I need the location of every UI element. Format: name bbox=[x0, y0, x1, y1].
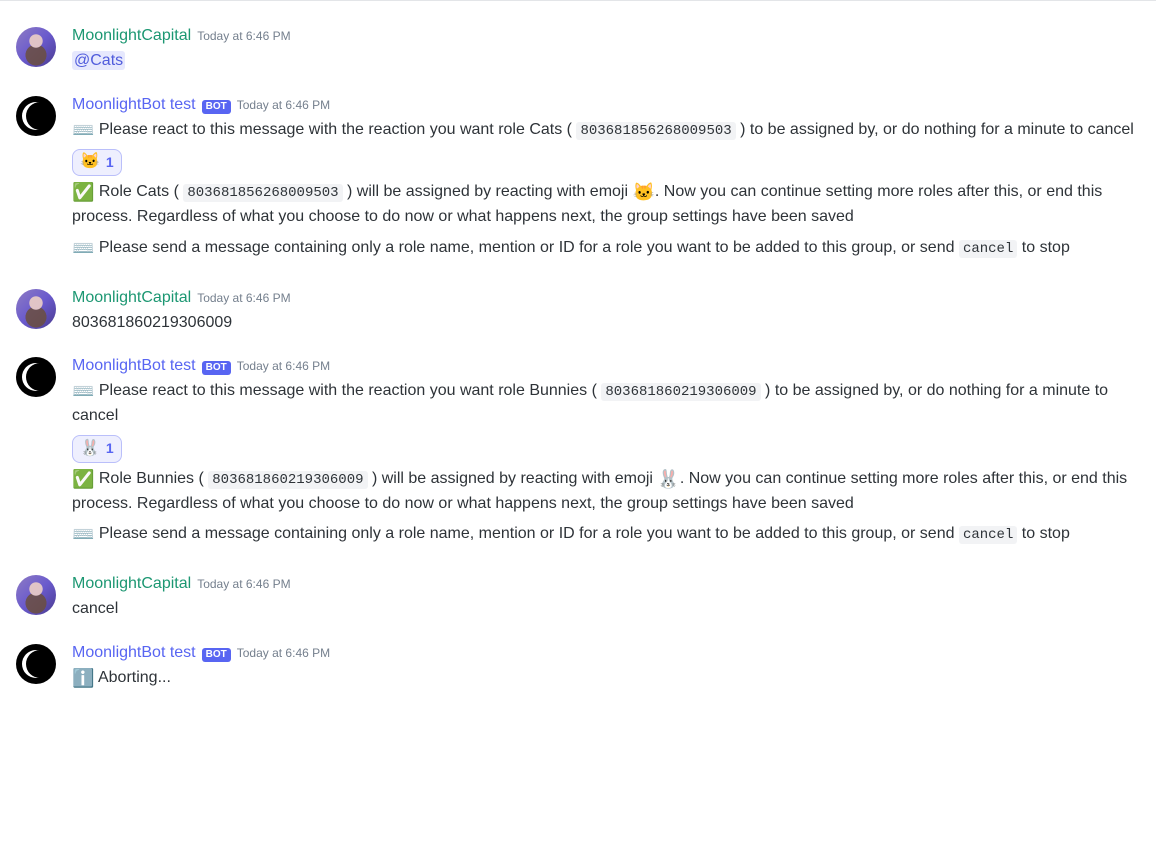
message-content: MoonlightCapital Today at 6:46 PM 803681… bbox=[72, 287, 1140, 336]
check-icon: ✅ bbox=[72, 470, 94, 488]
timestamp: Today at 6:46 PM bbox=[197, 28, 290, 45]
cat-icon: 🐱 bbox=[632, 183, 654, 201]
role-mention[interactable]: @Cats bbox=[72, 51, 125, 70]
username[interactable]: MoonlightBot test bbox=[72, 642, 196, 664]
inline-code: cancel bbox=[959, 526, 1017, 544]
bunny-icon: 🐰 bbox=[657, 470, 679, 488]
message-content: MoonlightCapital Today at 6:46 PM cancel bbox=[72, 573, 1140, 622]
avatar[interactable] bbox=[16, 289, 56, 329]
username[interactable]: MoonlightCapital bbox=[72, 573, 191, 595]
text: Role Cats ( bbox=[94, 183, 183, 200]
bot-tag: BOT bbox=[202, 648, 231, 662]
reaction-count: 1 bbox=[106, 152, 114, 174]
bot-tag: BOT bbox=[202, 100, 231, 114]
message-body: ⌨️ Please react to this message with the… bbox=[72, 118, 1140, 261]
message-content: MoonlightCapital Today at 6:46 PM @Cats bbox=[72, 25, 1140, 74]
message-body: cancel bbox=[72, 597, 1140, 622]
inline-code: 803681860219306009 bbox=[601, 383, 760, 401]
text: to stop bbox=[1017, 525, 1069, 542]
inline-code: 803681856268009503 bbox=[576, 122, 735, 140]
bot-tag: BOT bbox=[202, 361, 231, 375]
message-body: 803681860219306009 bbox=[72, 311, 1140, 336]
text: ) to be assigned by, or do nothing for a… bbox=[736, 121, 1134, 138]
reaction-bar: 🐱 1 bbox=[72, 149, 1140, 177]
chat-message: MoonlightBot test BOT Today at 6:46 PM ⌨… bbox=[0, 347, 1156, 555]
avatar[interactable] bbox=[16, 644, 56, 684]
timestamp: Today at 6:46 PM bbox=[237, 97, 330, 114]
username[interactable]: MoonlightBot test bbox=[72, 94, 196, 116]
inline-code: cancel bbox=[959, 240, 1017, 258]
timestamp: Today at 6:46 PM bbox=[237, 645, 330, 662]
text: Please react to this message with the re… bbox=[94, 121, 576, 138]
text: Role Bunnies ( bbox=[94, 470, 208, 487]
reaction-count: 1 bbox=[106, 438, 114, 460]
check-icon: ✅ bbox=[72, 183, 94, 201]
text: Please send a message containing only a … bbox=[94, 239, 959, 256]
message-header: MoonlightBot test BOT Today at 6:46 PM bbox=[72, 642, 1140, 664]
message-body: @Cats bbox=[72, 49, 1140, 74]
chat-message: MoonlightCapital Today at 6:46 PM cancel bbox=[0, 565, 1156, 624]
inline-code: 803681856268009503 bbox=[183, 184, 342, 202]
username[interactable]: MoonlightCapital bbox=[72, 287, 191, 309]
keyboard-icon: ⌨️ bbox=[72, 525, 94, 543]
reaction-pill[interactable]: 🐰 1 bbox=[72, 435, 122, 463]
avatar[interactable] bbox=[16, 357, 56, 397]
message-header: MoonlightCapital Today at 6:46 PM bbox=[72, 25, 1140, 47]
avatar[interactable] bbox=[16, 27, 56, 67]
text: Aborting... bbox=[94, 669, 171, 686]
message-content: MoonlightBot test BOT Today at 6:46 PM ⌨… bbox=[72, 94, 1140, 267]
avatar[interactable] bbox=[16, 96, 56, 136]
message-header: MoonlightBot test BOT Today at 6:46 PM bbox=[72, 355, 1140, 377]
text: cancel bbox=[72, 600, 118, 617]
message-content: MoonlightBot test BOT Today at 6:46 PM ℹ… bbox=[72, 642, 1140, 691]
message-body: ⌨️ Please react to this message with the… bbox=[72, 379, 1140, 547]
info-icon: ℹ️ bbox=[72, 669, 94, 687]
timestamp: Today at 6:46 PM bbox=[197, 290, 290, 307]
keyboard-icon: ⌨️ bbox=[72, 239, 94, 257]
message-header: MoonlightBot test BOT Today at 6:46 PM bbox=[72, 94, 1140, 116]
text: ) will be assigned by reacting with emoj… bbox=[343, 183, 633, 200]
avatar[interactable] bbox=[16, 575, 56, 615]
message-body: ℹ️ Aborting... bbox=[72, 666, 1140, 691]
keyboard-icon: ⌨️ bbox=[72, 121, 94, 139]
text: ) will be assigned by reacting with emoj… bbox=[368, 470, 658, 487]
text: to stop bbox=[1017, 239, 1069, 256]
timestamp: Today at 6:46 PM bbox=[197, 576, 290, 593]
text: 803681860219306009 bbox=[72, 314, 232, 331]
message-header: MoonlightCapital Today at 6:46 PM bbox=[72, 573, 1140, 595]
text: Please react to this message with the re… bbox=[94, 382, 601, 399]
username[interactable]: MoonlightBot test bbox=[72, 355, 196, 377]
username[interactable]: MoonlightCapital bbox=[72, 25, 191, 47]
bunny-icon: 🐰 bbox=[80, 441, 100, 457]
chat-message: MoonlightBot test BOT Today at 6:46 PM ⌨… bbox=[0, 86, 1156, 269]
chat-message: MoonlightCapital Today at 6:46 PM 803681… bbox=[0, 279, 1156, 338]
message-content: MoonlightBot test BOT Today at 6:46 PM ⌨… bbox=[72, 355, 1140, 553]
inline-code: 803681860219306009 bbox=[208, 471, 367, 489]
cat-icon: 🐱 bbox=[80, 154, 100, 170]
timestamp: Today at 6:46 PM bbox=[237, 358, 330, 375]
chat-message: MoonlightCapital Today at 6:46 PM @Cats bbox=[0, 17, 1156, 76]
reaction-pill[interactable]: 🐱 1 bbox=[72, 149, 122, 177]
chat-message: MoonlightBot test BOT Today at 6:46 PM ℹ… bbox=[0, 634, 1156, 693]
chat-message-list: MoonlightCapital Today at 6:46 PM @Cats … bbox=[0, 0, 1156, 713]
text: Please send a message containing only a … bbox=[94, 525, 959, 542]
keyboard-icon: ⌨️ bbox=[72, 382, 94, 400]
reaction-bar: 🐰 1 bbox=[72, 435, 1140, 463]
message-header: MoonlightCapital Today at 6:46 PM bbox=[72, 287, 1140, 309]
